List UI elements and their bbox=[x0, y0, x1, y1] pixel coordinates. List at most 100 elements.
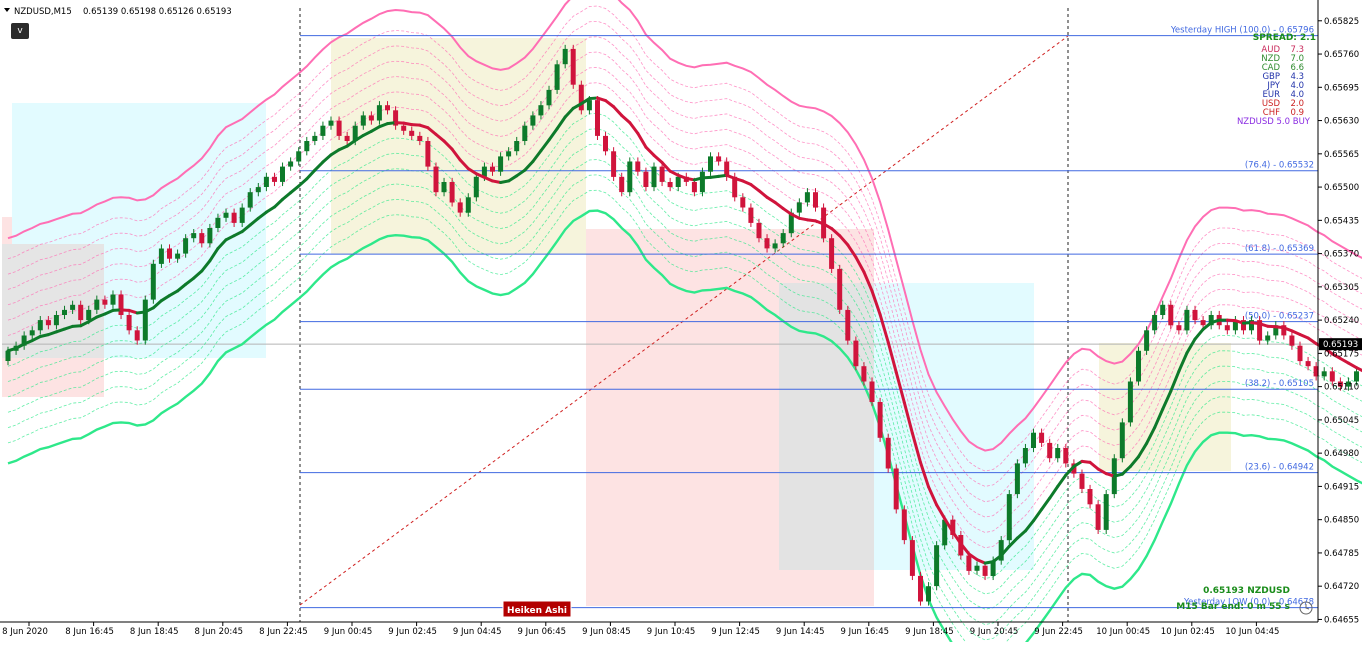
time-tick-label: 8 Jun 22:45 bbox=[259, 627, 308, 637]
candle-body bbox=[1039, 433, 1044, 443]
candle-body bbox=[1015, 463, 1020, 494]
candle-body bbox=[1088, 489, 1093, 504]
time-tick-label: 9 Jun 12:45 bbox=[711, 627, 760, 637]
price-tick-label: 0.64720 bbox=[1324, 582, 1359, 592]
time-tick-label: 8 Jun 20:45 bbox=[195, 627, 244, 637]
version-button[interactable]: v bbox=[11, 23, 29, 39]
price-chart[interactable]: Yesterday HIGH (100.0) - 0.65796(76.4) -… bbox=[0, 0, 1362, 642]
candle-body bbox=[716, 156, 721, 161]
candle-body bbox=[434, 167, 439, 193]
candle-body bbox=[918, 576, 923, 602]
candle-body bbox=[983, 566, 988, 576]
candle-body bbox=[765, 238, 770, 248]
candle-body bbox=[926, 586, 931, 601]
signal-label: NZDUSD 5.0 BUY bbox=[1237, 117, 1311, 127]
candle-body bbox=[797, 202, 802, 212]
candle-body bbox=[603, 136, 608, 151]
candle-body bbox=[692, 182, 697, 192]
candle-body bbox=[167, 249, 172, 259]
chart-canvas[interactable]: Yesterday HIGH (100.0) - 0.65796(76.4) -… bbox=[0, 0, 1362, 642]
candle-body bbox=[1168, 305, 1173, 326]
candle-body bbox=[547, 90, 552, 105]
candle-body bbox=[530, 115, 535, 125]
candle-body bbox=[199, 233, 204, 243]
candle-body bbox=[361, 115, 366, 125]
candle-body bbox=[894, 469, 899, 510]
candle-body bbox=[38, 320, 43, 330]
candle-body bbox=[563, 49, 568, 64]
candle-body bbox=[127, 315, 132, 330]
candle-body bbox=[1322, 371, 1327, 376]
fib-level-label: (38.2) - 0.65105 bbox=[1245, 379, 1314, 389]
time-tick-label: 9 Jun 06:45 bbox=[518, 627, 567, 637]
candle-body bbox=[643, 172, 648, 187]
candle-body bbox=[740, 197, 745, 207]
candle-body bbox=[215, 218, 220, 228]
candle-body bbox=[514, 141, 519, 151]
candle-body bbox=[845, 310, 850, 341]
candle-body bbox=[1031, 433, 1036, 448]
candle-body bbox=[450, 182, 455, 203]
candle-body bbox=[62, 310, 67, 315]
candle-body bbox=[345, 136, 350, 141]
time-tick-label: 9 Jun 14:45 bbox=[776, 627, 825, 637]
price-tick-label: 0.65565 bbox=[1324, 150, 1359, 160]
candle-body bbox=[1047, 443, 1052, 458]
chart-ohlc: 0.65139 0.65198 0.65126 0.65193 bbox=[83, 7, 232, 17]
candle-body bbox=[1201, 320, 1206, 325]
price-tick-label: 0.65825 bbox=[1324, 17, 1359, 27]
candle-body bbox=[837, 269, 842, 310]
price-tick-label: 0.65240 bbox=[1324, 316, 1359, 326]
candle-body bbox=[538, 105, 543, 115]
candle-body bbox=[1104, 494, 1109, 530]
candle-body bbox=[417, 136, 422, 141]
candle-body bbox=[781, 233, 786, 243]
candle-body bbox=[627, 162, 632, 193]
candle-body bbox=[966, 556, 971, 571]
shaded-zone bbox=[331, 38, 586, 254]
time-tick-label: 8 Jun 18:45 bbox=[130, 627, 179, 637]
price-tick-label: 0.65045 bbox=[1324, 416, 1359, 426]
candle-body bbox=[635, 162, 640, 172]
candle-body bbox=[256, 187, 261, 192]
fib-level-label: (61.8) - 0.65369 bbox=[1245, 244, 1314, 254]
price-tick-label: 0.65695 bbox=[1324, 83, 1359, 93]
candle-body bbox=[1265, 336, 1270, 341]
candle-body bbox=[272, 177, 277, 182]
candle-body bbox=[490, 167, 495, 172]
candle-body bbox=[700, 172, 705, 193]
candle-body bbox=[878, 402, 883, 438]
time-tick-label: 9 Jun 08:45 bbox=[582, 627, 631, 637]
candle-body bbox=[619, 177, 624, 192]
candle-body bbox=[1160, 305, 1165, 315]
candle-body bbox=[183, 238, 188, 253]
candle-body bbox=[652, 167, 657, 188]
candle-body bbox=[1306, 361, 1311, 366]
candle-body bbox=[813, 192, 818, 207]
candle-body bbox=[1152, 315, 1157, 330]
candle-body bbox=[861, 366, 866, 381]
candle-body bbox=[248, 192, 253, 207]
candle-body bbox=[886, 438, 891, 469]
candle-body bbox=[773, 243, 778, 248]
candle-body bbox=[1063, 448, 1068, 463]
candle-body bbox=[377, 105, 382, 120]
price-tick-label: 0.65760 bbox=[1324, 50, 1359, 60]
candle-body bbox=[207, 228, 212, 243]
fib-level-label: (23.6) - 0.64942 bbox=[1245, 463, 1314, 473]
candle-body bbox=[409, 131, 414, 136]
price-tick-label: 0.64980 bbox=[1324, 449, 1359, 459]
candle-body bbox=[611, 151, 616, 177]
candle-body bbox=[304, 141, 309, 151]
candle-body bbox=[1023, 448, 1028, 463]
candle-body bbox=[555, 64, 560, 90]
candle-body bbox=[175, 254, 180, 259]
current-price-label: 0.65193 bbox=[1323, 340, 1358, 350]
candle-body bbox=[458, 202, 463, 212]
candle-body bbox=[708, 156, 713, 171]
candle-body bbox=[902, 509, 907, 540]
fib-level-label: (50.0) - 0.65237 bbox=[1245, 312, 1314, 322]
fib-level-label: (76.4) - 0.65532 bbox=[1245, 161, 1314, 171]
candle-body bbox=[288, 162, 293, 167]
candle-body bbox=[385, 105, 390, 110]
